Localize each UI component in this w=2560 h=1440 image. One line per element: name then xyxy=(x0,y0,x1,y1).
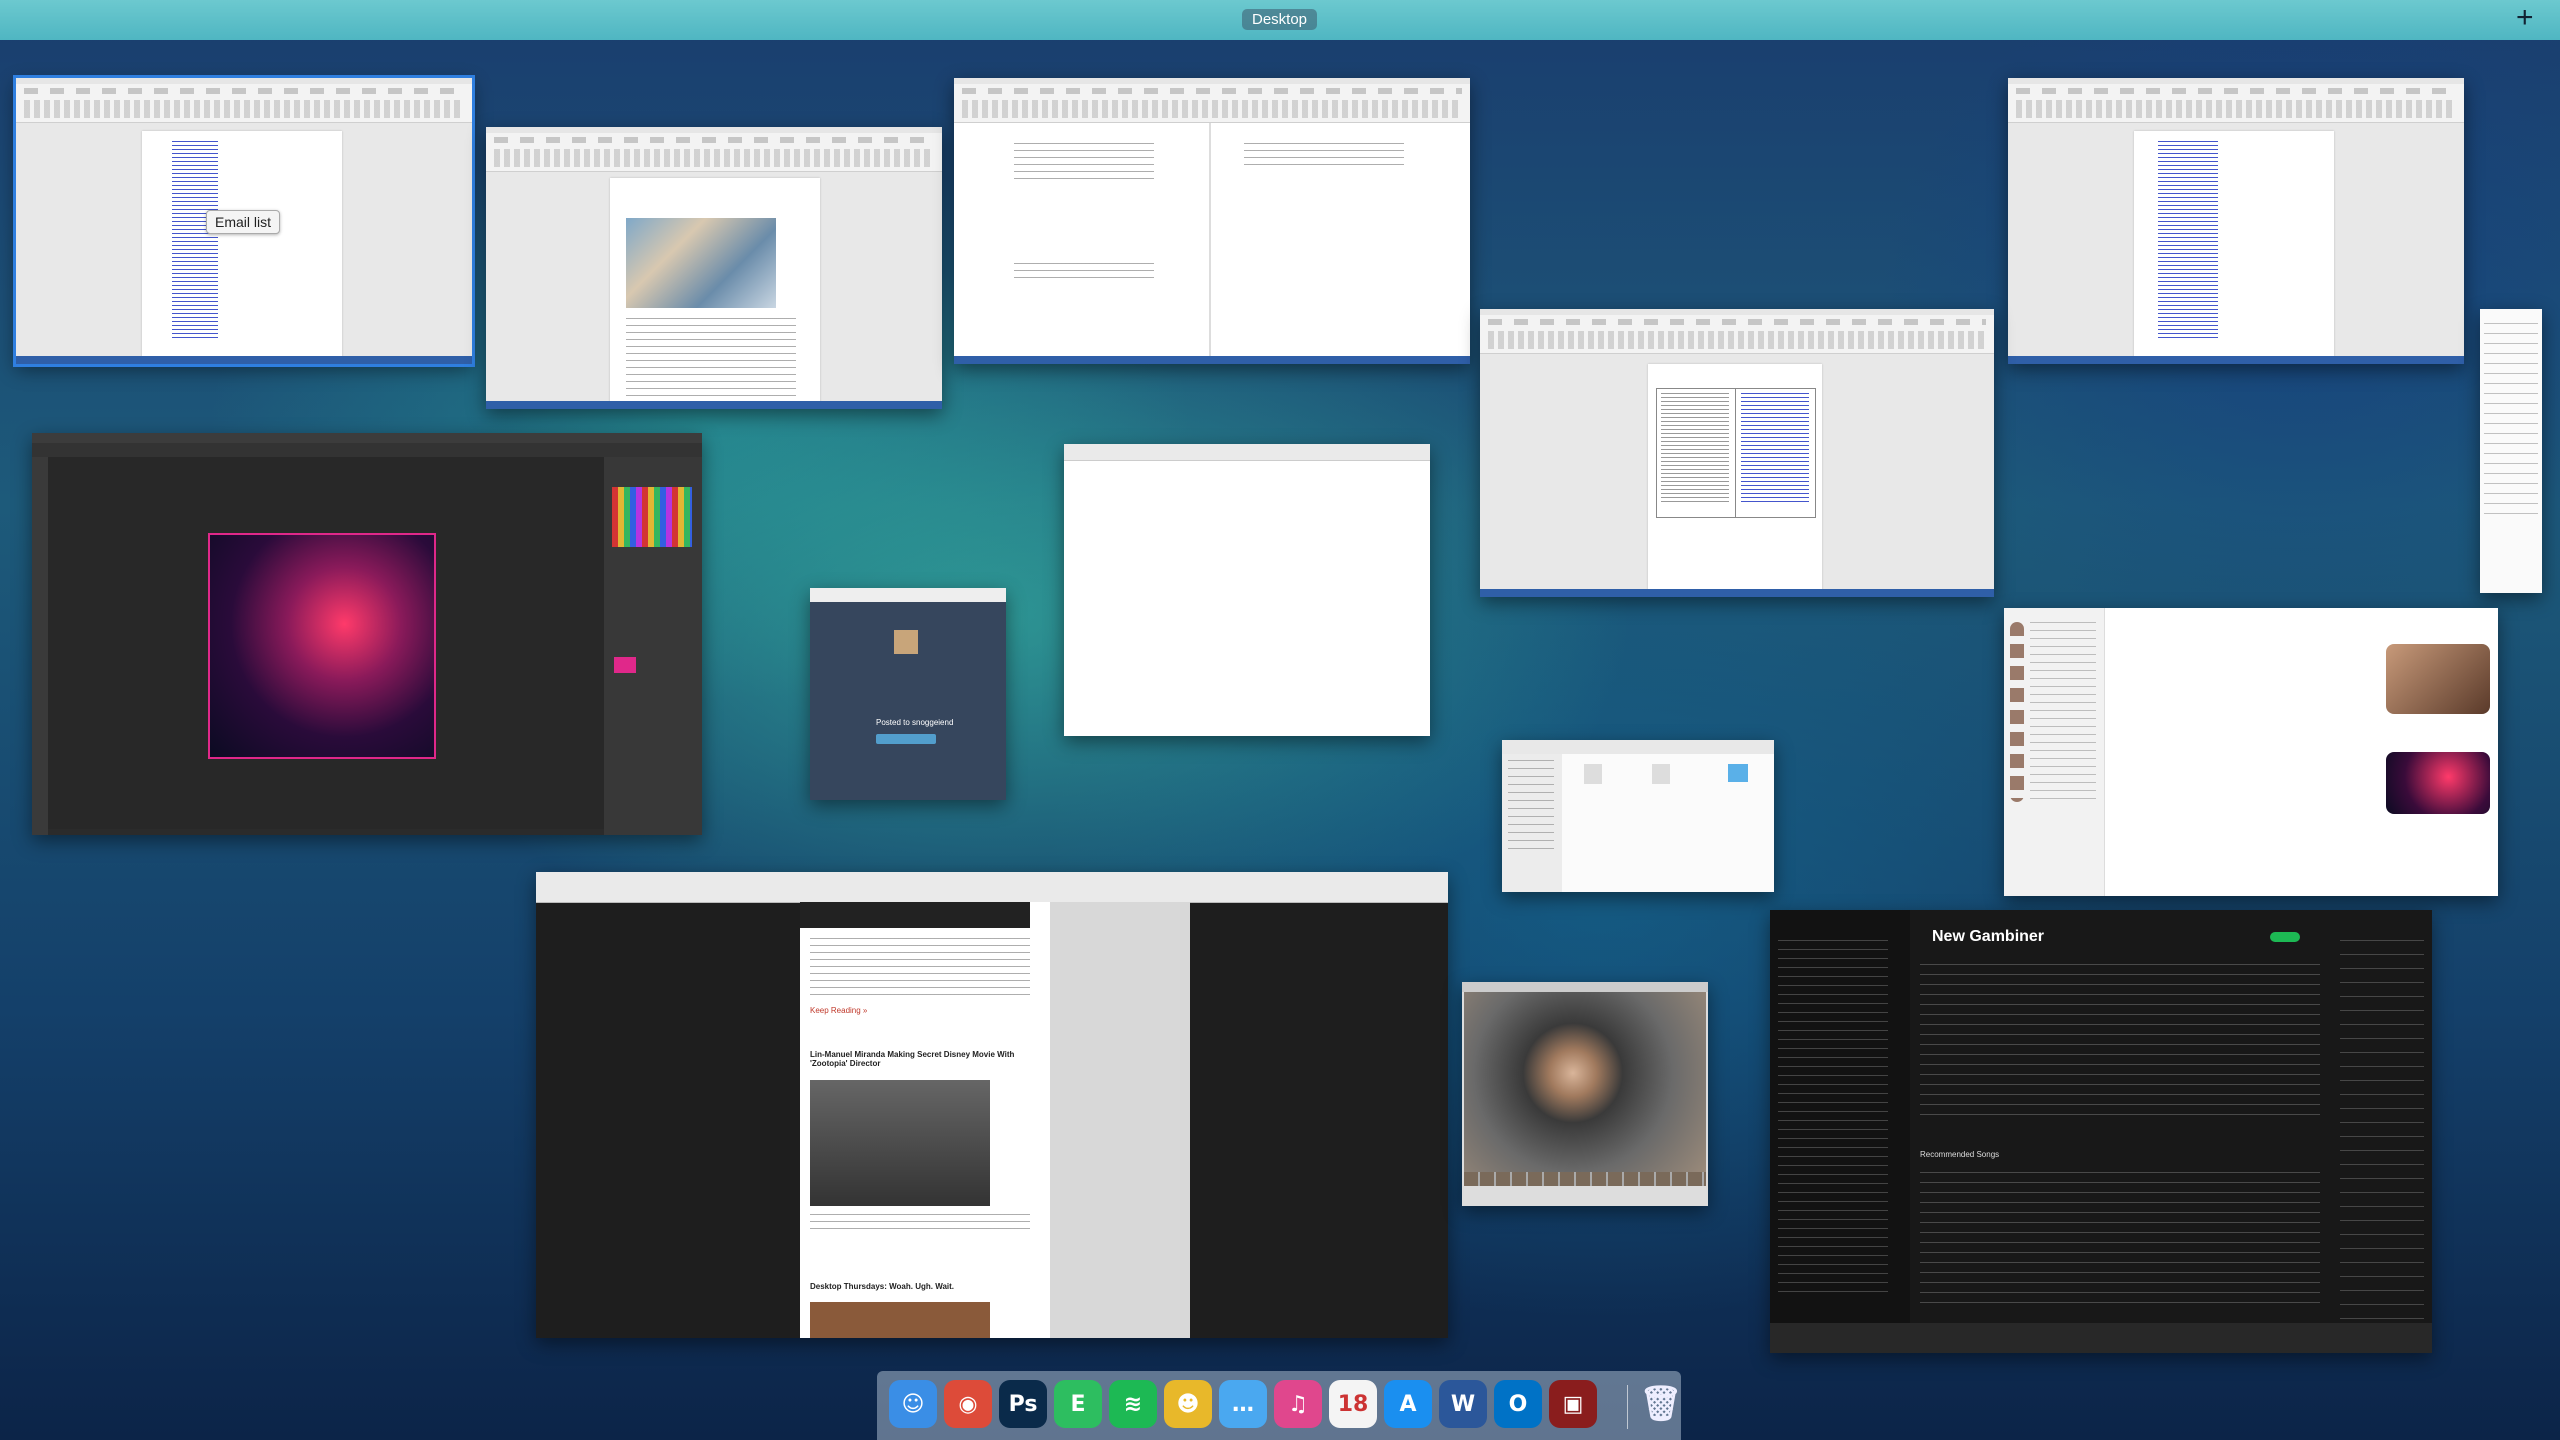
add-space-button[interactable]: + xyxy=(2516,2,2534,34)
tumblr-window[interactable]: Posted to snoggeiend xyxy=(810,588,1006,800)
calendar-icon[interactable]: 18 xyxy=(1329,1380,1377,1428)
photoshop-icon[interactable]: Ps xyxy=(999,1380,1047,1428)
desktop-space-label[interactable]: Desktop xyxy=(1242,9,1318,30)
photo-booth-window[interactable] xyxy=(1462,982,1708,1206)
playlist-title: New Gambiner xyxy=(1932,928,2045,945)
spotify-icon[interactable]: ≋ xyxy=(1109,1380,1157,1428)
chrome-icon[interactable]: ◉ xyxy=(944,1380,992,1428)
trash-icon[interactable]: 🗑 xyxy=(1637,1380,1685,1428)
adium-icon[interactable]: ☻ xyxy=(1164,1380,1212,1428)
spotify-window[interactable]: New Gambiner Recommended Songs xyxy=(1770,910,2432,1353)
word-window-table[interactable] xyxy=(1480,309,1994,597)
messages-icon[interactable]: … xyxy=(1219,1380,1267,1428)
app-store-icon[interactable]: A xyxy=(1384,1380,1432,1428)
itunes-icon[interactable]: ♫ xyxy=(1274,1380,1322,1428)
chrome-blog-window[interactable]: Keep Reading » Lin-Manuel Miranda Making… xyxy=(536,872,1448,1338)
outlook-icon[interactable]: O xyxy=(1494,1380,1542,1428)
word-icon[interactable]: W xyxy=(1439,1380,1487,1428)
tumblr-message: Posted to snoggeiend xyxy=(876,718,954,727)
photoshop-window[interactable] xyxy=(32,433,702,835)
word-window-chapter[interactable] xyxy=(954,78,1470,364)
recommended-songs-label: Recommended Songs xyxy=(1920,1150,2000,1159)
contacts-window[interactable] xyxy=(2480,309,2542,593)
word-window-blog-post[interactable] xyxy=(486,127,942,409)
finder-window[interactable] xyxy=(1502,740,1774,892)
article-photo xyxy=(810,1080,990,1206)
camera-preview xyxy=(1464,992,1706,1172)
spaces-bar: Desktop + xyxy=(0,0,2560,40)
blog-headline-1[interactable]: Lin-Manuel Miranda Making Secret Disney … xyxy=(810,1050,1030,1068)
blank-browser-window[interactable] xyxy=(1064,444,1430,736)
email-list-tooltip: Email list xyxy=(206,210,281,234)
nebula-image xyxy=(208,533,436,759)
keep-reading-link[interactable]: Keep Reading » xyxy=(810,1006,867,1015)
evernote-icon[interactable]: E xyxy=(1054,1380,1102,1428)
photo-booth-icon[interactable]: ▣ xyxy=(1549,1380,1597,1428)
messages-window[interactable] xyxy=(2004,608,2498,896)
word-window-list-2[interactable] xyxy=(2008,78,2464,364)
blog-headline-2[interactable]: Desktop Thursdays: Woah. Ugh. Wait. xyxy=(810,1282,954,1291)
dock: ☺ ◉ Ps E ≋ ☻… ♫ 18 A W O ▣ 🗑 xyxy=(877,1371,1683,1440)
finder-icon[interactable]: ☺ xyxy=(889,1380,937,1428)
